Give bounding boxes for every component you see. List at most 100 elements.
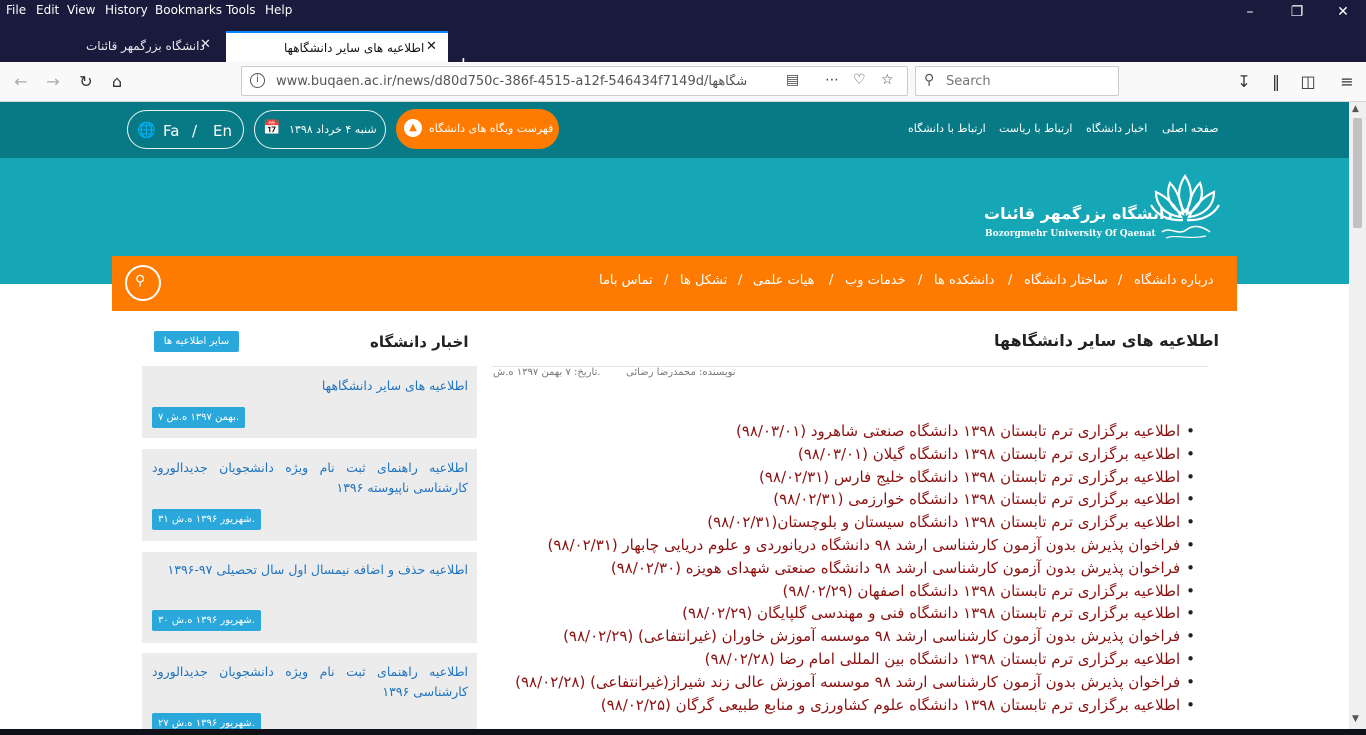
forward-arrow-icon[interactable]: → — [42, 72, 64, 91]
date-display: 📅 شنبه ۴ خرداد ۱۳۹۸ — [254, 110, 386, 149]
university-name-en: Bozorgmehr University Of Qaenat — [985, 229, 1156, 239]
lang-separator: / — [192, 122, 198, 140]
lang-en-link[interactable]: En — [213, 122, 232, 140]
back-arrow-icon[interactable]: ← — [10, 72, 32, 91]
announcement-link[interactable]: فراخوان پذیرش بدون آزمون کارشناسی ارشد ۹… — [490, 673, 1195, 696]
search-box[interactable]: ⚲ — [915, 66, 1119, 96]
page-viewport: 🌐 Fa / En 📅 شنبه ۴ خرداد ۱۳۹۸ ▲ فهرست وب… — [0, 102, 1349, 735]
nav-search-button[interactable]: ⚲ — [125, 265, 161, 301]
news-date-badge: ۷ بهمن ۱۳۹۷ ه.ش. — [152, 407, 246, 428]
nav-faculty-board[interactable]: هیات علمی — [753, 273, 815, 288]
announcement-link[interactable]: فراخوان پذیرش بدون آزمون کارشناسی ارشد ۹… — [490, 559, 1195, 582]
sidebar-icon[interactable]: ◫ — [1297, 72, 1319, 91]
toplink-news[interactable]: اخبار دانشگاه — [1086, 122, 1147, 135]
tab-title: دانشگاه بزرگمهر قائنات — [86, 39, 205, 53]
article-title: اطلاعیه های سایر دانشگاهها — [994, 331, 1220, 350]
article-date: تاریخ: ۷ بهمن ۱۳۹۷ ه.ش. — [493, 367, 601, 378]
scrollbar-thumb[interactable] — [1353, 118, 1362, 228]
announcement-link[interactable]: فراخوان پذیرش بدون آزمون کارشناسی ارشد ۹… — [490, 627, 1195, 650]
announcement-link[interactable]: فراخوان پذیرش بدون آزمون کارشناسی ارشد ۹… — [490, 536, 1195, 559]
nav-faculties[interactable]: دانشکده ها — [934, 273, 994, 288]
current-date: شنبه ۴ خرداد ۱۳۹۸ — [289, 123, 377, 136]
menu-file[interactable]: File — [6, 3, 26, 17]
news-title-link[interactable]: اطلاعیه حذف و اضافه نیمسال اول سال تحصیل… — [152, 560, 468, 580]
os-taskbar — [0, 729, 1366, 735]
menu-help[interactable]: Help — [265, 3, 292, 17]
hamburger-menu-icon[interactable]: ≡ — [1336, 72, 1358, 91]
calendar-icon: 📅 — [263, 120, 281, 136]
scroll-down-icon[interactable]: ▼ — [1352, 714, 1359, 724]
announcement-link[interactable]: اطلاعیه برگزاری ترم تابستان ۱۳۹۸ دانشگاه… — [490, 490, 1195, 513]
announcement-link[interactable]: اطلاعیه برگزاری ترم تابستان ۱۳۹۸ دانشگاه… — [490, 582, 1195, 605]
announcement-link[interactable]: اطلاعیه برگزاری ترم تابستان ۱۳۹۸ دانشگاه… — [490, 422, 1195, 445]
toplink-home[interactable]: صفحه اصلی — [1162, 122, 1219, 135]
menu-bookmarks[interactable]: Bookmarks — [155, 3, 222, 17]
tab-title: اطلاعیه های سایر دانشگاهها — [284, 41, 425, 55]
pocket-icon[interactable]: ♡ — [853, 72, 866, 88]
news-title-link[interactable]: اطلاعیه های سایر دانشگاهها — [152, 376, 468, 396]
nav-separator: / — [738, 273, 743, 288]
search-input[interactable] — [946, 72, 1111, 90]
download-icon[interactable]: ↧ — [1233, 72, 1255, 91]
announcement-link[interactable]: اطلاعیه برگزاری ترم تابستان ۱۳۹۸ دانشگاه… — [490, 696, 1195, 719]
reader-view-icon[interactable]: ▤ — [786, 72, 799, 88]
menu-bar: File Edit View History Bookmarks Tools H… — [0, 0, 1366, 22]
nav-separator: / — [1008, 273, 1013, 288]
tab-home[interactable]: دانشگاه بزرگمهر قائنات ✕ — [76, 31, 222, 62]
lang-fa-link[interactable]: Fa — [163, 122, 179, 140]
announcement-link[interactable]: اطلاعیه برگزاری ترم تابستان ۱۳۹۸ دانشگاه… — [490, 650, 1195, 673]
search-icon: ⚲ — [135, 273, 146, 289]
sidebar-title: اخبار دانشگاه — [370, 333, 469, 351]
chevron-up-icon: ▲ — [404, 119, 422, 137]
toplink-contact-president[interactable]: ارتباط با ریاست — [999, 122, 1072, 135]
scroll-up-icon[interactable]: ▲ — [1352, 104, 1359, 114]
announcement-link[interactable]: اطلاعیه برگزاری ترم تابستان ۱۳۹۸ دانشگاه… — [490, 445, 1195, 468]
globe-icon: 🌐 — [137, 121, 156, 139]
more-announcements-button[interactable]: سایر اطلاعیه ها — [154, 331, 239, 352]
menu-edit[interactable]: Edit — [36, 3, 59, 17]
menu-view[interactable]: View — [67, 3, 95, 17]
minimize-icon[interactable]: – — [1242, 4, 1258, 20]
vertical-scrollbar[interactable]: ▲ ▼ — [1349, 102, 1366, 735]
tab-bar: دانشگاه بزرگمهر قائنات ✕ اطلاعیه های سای… — [0, 22, 1366, 76]
nav-organizations[interactable]: تشکل ها — [680, 273, 727, 288]
menu-history[interactable]: History — [105, 3, 148, 17]
url-bar[interactable]: i www.buqaen.ac.ir/news/d80d750c-386f-45… — [241, 66, 908, 96]
tab-active[interactable]: اطلاعیه های سایر دانشگاهها ✕ — [226, 31, 448, 62]
article-author: نویسنده: محمدرضا رضائی — [626, 367, 736, 378]
news-title-link[interactable]: اطلاعیه راهنمای ثبت نام ویژه دانشجویان ج… — [152, 662, 468, 702]
language-switcher: 🌐 Fa / En — [127, 110, 244, 149]
home-icon[interactable]: ⌂ — [106, 72, 128, 91]
announcement-list: اطلاعیه برگزاری ترم تابستان ۱۳۹۸ دانشگاه… — [490, 422, 1195, 718]
nav-about[interactable]: درباره دانشگاه — [1134, 273, 1213, 288]
nav-contact[interactable]: تماس باما — [599, 273, 653, 288]
announcement-link[interactable]: اطلاعیه برگزاری ترم تابستان ۱۳۹۸ دانشگاه… — [490, 604, 1195, 627]
news-item: اطلاعیه راهنمای ثبت نام ویژه دانشجویان ج… — [142, 449, 477, 541]
nav-web-services[interactable]: خدمات وب — [845, 273, 906, 288]
url-text[interactable]: www.buqaen.ac.ir/news/d80d750c-386f-4515… — [276, 74, 746, 89]
reload-icon[interactable]: ↻ — [75, 72, 97, 91]
star-icon[interactable]: ☆ — [881, 72, 894, 88]
info-icon[interactable]: i — [250, 73, 265, 88]
news-item: اطلاعیه حذف و اضافه نیمسال اول سال تحصیل… — [142, 552, 477, 643]
announcement-link[interactable]: اطلاعیه برگزاری ترم تابستان ۱۳۹۸ دانشگاه… — [490, 468, 1195, 491]
university-sites-button[interactable]: ▲ فهرست وبگاه های دانشگاه — [396, 109, 559, 149]
restore-icon[interactable]: ❐ — [1289, 4, 1305, 20]
close-window-icon[interactable]: ✕ — [1335, 4, 1351, 20]
news-item: اطلاعیه راهنمای ثبت نام ویژه دانشجویان ج… — [142, 653, 477, 735]
university-name-fa: دانشگاه بزرگمهر قائنات — [984, 204, 1173, 223]
page-actions-icon[interactable]: ⋯ — [825, 72, 839, 88]
toplink-contact-university[interactable]: ارتباط با دانشگاه — [908, 122, 986, 135]
news-title-link[interactable]: اطلاعیه راهنمای ثبت نام ویژه دانشجویان ج… — [152, 458, 468, 498]
nav-separator: / — [1118, 273, 1123, 288]
announcement-link[interactable]: اطلاعیه برگزاری ترم تابستان ۱۳۹۸ دانشگاه… — [490, 513, 1195, 536]
close-tab-icon[interactable]: ✕ — [200, 37, 211, 52]
menu-tools[interactable]: Tools — [226, 3, 256, 17]
news-date-badge: ۳۰ شهریور ۱۳۹۶ ه.ش. — [152, 610, 261, 631]
nav-structure[interactable]: ساختار دانشگاه — [1024, 273, 1108, 288]
library-icon[interactable]: ‖ — [1265, 72, 1287, 91]
nav-separator: / — [829, 273, 834, 288]
main-nav: ⚲ درباره دانشگاه / ساختار دانشگاه / دانش… — [112, 256, 1237, 311]
nav-bar: ← → ↻ ⌂ i www.buqaen.ac.ir/news/d80d750c… — [0, 62, 1366, 102]
close-tab-icon[interactable]: ✕ — [426, 39, 437, 54]
